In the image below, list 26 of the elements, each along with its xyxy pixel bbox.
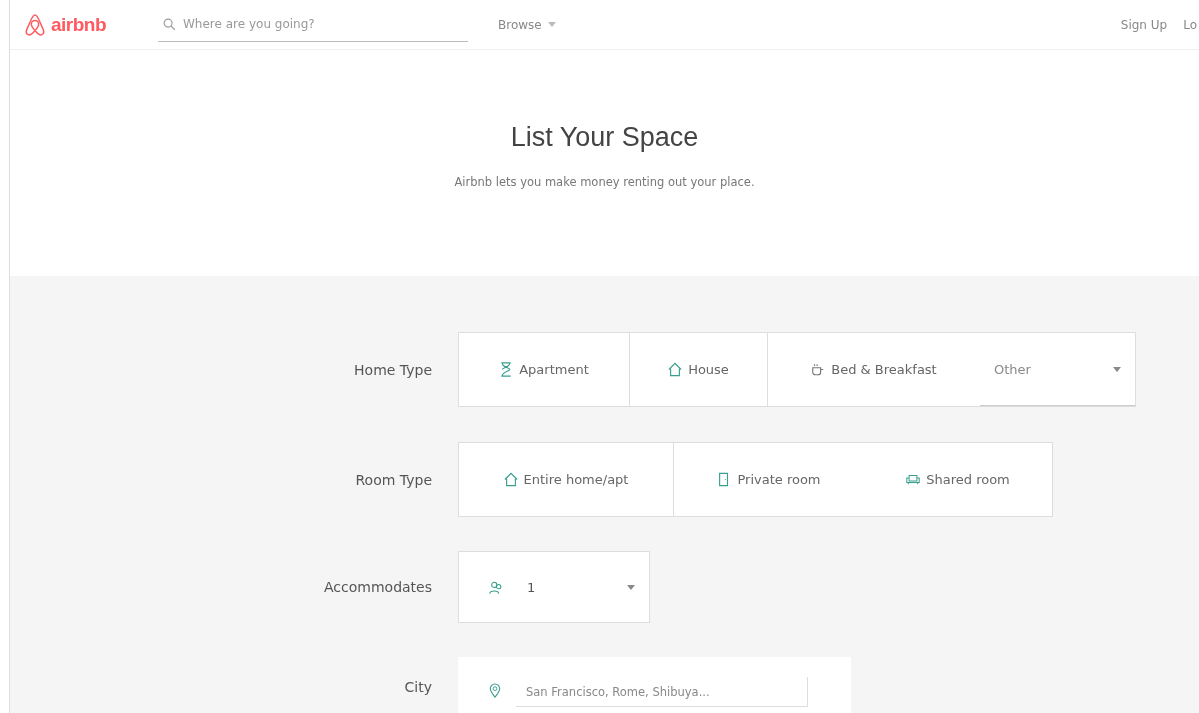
search-field[interactable]: Where are you going? <box>158 7 468 42</box>
field-label: Accommodates <box>323 579 433 595</box>
hourglass-icon <box>499 362 514 377</box>
cup-icon <box>811 362 826 377</box>
logo-text[interactable]: airbnb <box>51 13 107 36</box>
logo-icon[interactable] <box>24 12 46 37</box>
field-label: City <box>403 678 433 695</box>
header-link[interactable]: Lo <box>1183 17 1197 32</box>
location-pin-icon <box>488 683 502 698</box>
city-field[interactable]: San Francisco, Rome, Shibuya... <box>516 677 808 707</box>
house-icon <box>668 362 683 377</box>
field-label: Room Type <box>354 471 433 488</box>
caret-icon <box>547 22 556 27</box>
page-subtitle: Airbnb lets you make money renting out your place. <box>453 175 756 189</box>
house-icon <box>503 472 518 487</box>
city-input-panel[interactable]: San Francisco, Rome, Shibuya... <box>458 657 851 713</box>
field-label: Home Type <box>353 361 433 378</box>
browse-menu[interactable]: Browse <box>492 16 562 33</box>
page-title: List Your Space <box>509 122 700 153</box>
people-icon <box>489 579 503 595</box>
caret-icon <box>627 584 635 590</box>
guests-select[interactable]: 1 <box>458 551 650 623</box>
header-link[interactable]: Sign Up <box>1120 17 1168 32</box>
search-icon <box>163 17 176 31</box>
caret-icon <box>1113 366 1121 372</box>
sofa-icon <box>906 472 921 487</box>
